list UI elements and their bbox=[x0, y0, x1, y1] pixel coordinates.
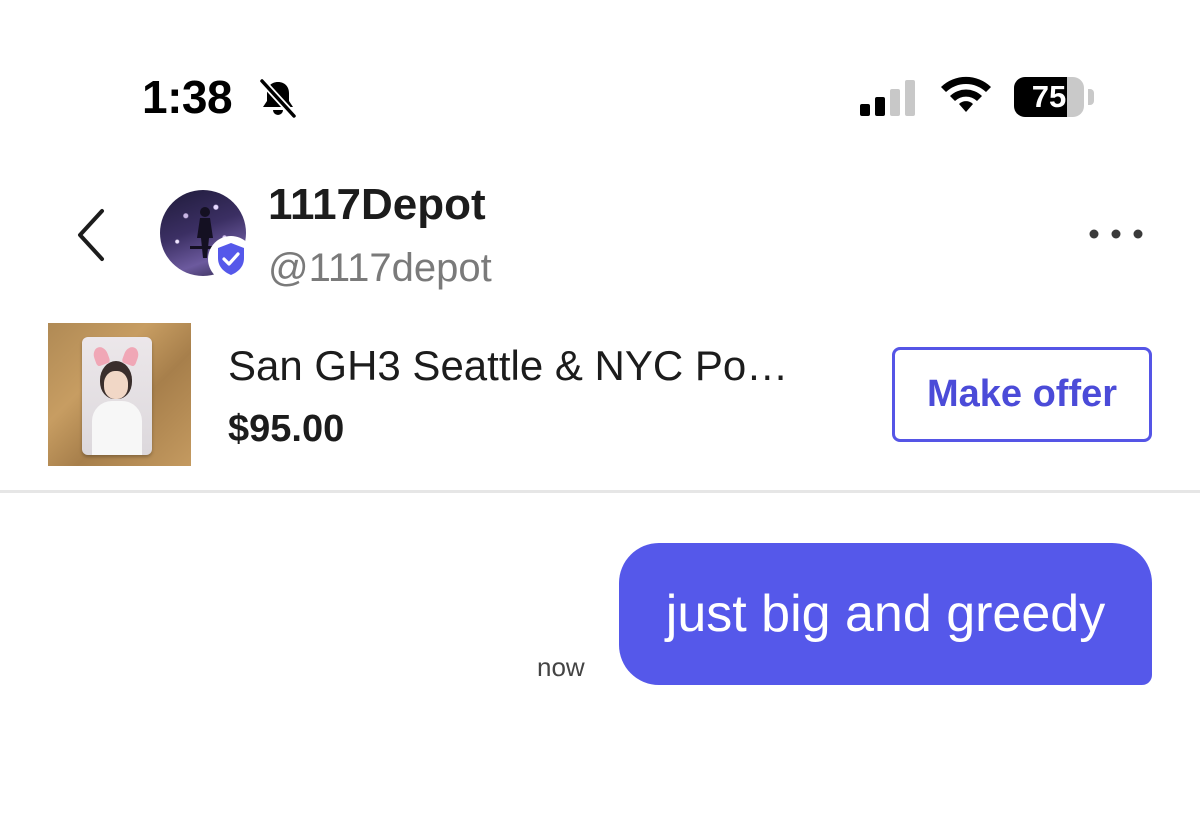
wifi-icon bbox=[941, 76, 991, 112]
display-name[interactable]: 1117Depot bbox=[268, 180, 486, 230]
make-offer-button[interactable]: Make offer bbox=[892, 347, 1152, 442]
chevron-left-icon[interactable] bbox=[70, 205, 114, 265]
message-text: just big and greedy bbox=[665, 585, 1106, 643]
verified-shield-icon bbox=[218, 243, 244, 275]
photo-shirt bbox=[92, 401, 142, 455]
message-timestamp: now bbox=[537, 652, 585, 682]
battery-body: 75 bbox=[1014, 77, 1084, 117]
divider bbox=[0, 490, 1200, 493]
battery-icon: 75 bbox=[1014, 77, 1086, 117]
user-handle[interactable]: @1117depot bbox=[268, 246, 492, 291]
battery-percent: 75 bbox=[1031, 79, 1067, 114]
bell-slash-icon bbox=[258, 77, 298, 120]
battery-cap bbox=[1088, 89, 1094, 105]
photocard-image bbox=[82, 337, 152, 455]
listing-thumbnail[interactable] bbox=[48, 323, 191, 466]
verified-badge bbox=[208, 236, 254, 282]
status-time: 1:38 bbox=[142, 71, 233, 123]
photo-face bbox=[104, 371, 128, 399]
listing-title[interactable]: San GH3 Seattle & NYC Po… bbox=[228, 342, 788, 390]
listing-price: $95.00 bbox=[228, 408, 345, 450]
message-bubble-sent[interactable]: just big and greedy bbox=[619, 543, 1152, 685]
cellular-signal-icon bbox=[860, 80, 915, 116]
more-horizontal-icon[interactable] bbox=[1086, 226, 1146, 242]
